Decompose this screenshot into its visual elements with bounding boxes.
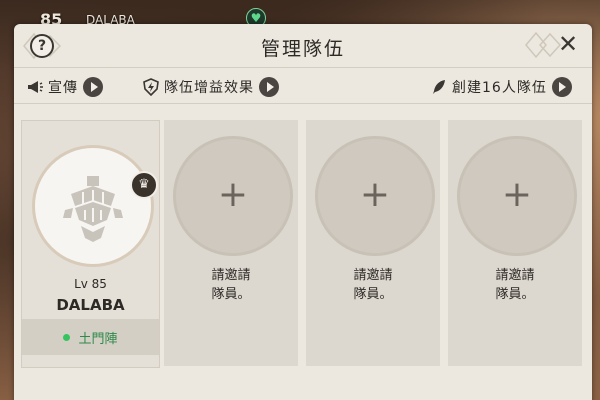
play-icon[interactable] (551, 77, 572, 97)
party-leader-card[interactable]: ♛ Lv 85 DALABA 土門陣 (21, 120, 160, 368)
plus-icon: + (501, 174, 533, 215)
invite-line1: 請邀請 (211, 268, 251, 283)
avatar (32, 145, 154, 267)
invite-slot-button[interactable]: + (457, 136, 577, 256)
empty-slot-card[interactable]: + 請邀請 隊員。 (448, 120, 582, 366)
play-icon[interactable] (259, 77, 279, 97)
megaphone-icon (28, 81, 43, 93)
leader-class-label: 土門陣 (78, 331, 118, 347)
class-emblem-icon (63, 176, 123, 242)
empty-slot-card[interactable]: + 請邀請 隊員。 (164, 120, 298, 366)
party-buff-button[interactable]: 隊伍增益效果 (142, 76, 279, 98)
panel-header: ? 管理隊伍 ✕ (14, 24, 592, 68)
party-toolbar: 宣傳 隊伍增益效果 創建16人隊伍 (14, 68, 592, 104)
party-buff-label: 隊伍增益效果 (164, 80, 254, 96)
invite-line2: 隊員。 (353, 287, 393, 302)
page-title: 管理隊伍 (260, 38, 345, 60)
invite-prompt: 請邀請 隊員。 (448, 266, 582, 304)
plus-icon: + (217, 174, 249, 215)
create-16-party-label: 創建16人隊伍 (452, 80, 547, 96)
play-icon[interactable] (83, 77, 103, 97)
empty-slot-card[interactable]: + 請邀請 隊員。 (306, 120, 440, 366)
promote-label: 宣傳 (48, 80, 78, 96)
plus-icon: + (359, 174, 391, 215)
invite-line2: 隊員。 (495, 287, 535, 302)
manage-party-panel: ? 管理隊伍 ✕ 宣傳 隊伍增益效果 創建16人隊伍 ♛ Lv 85 DALAB… (14, 24, 592, 400)
crown-icon: ♛ (130, 171, 158, 199)
promote-button[interactable]: 宣傳 (26, 76, 103, 98)
invite-line1: 請邀請 (495, 268, 535, 283)
invite-line2: 隊員。 (211, 287, 251, 302)
invite-line1: 請邀請 (353, 268, 393, 283)
invite-slot-button[interactable]: + (173, 136, 293, 256)
create-16-party-button[interactable]: 創建16人隊伍 (430, 76, 572, 98)
leader-class: 土門陣 (22, 319, 159, 355)
close-button[interactable]: ✕ (554, 30, 582, 58)
leader-level: Lv 85 (74, 277, 107, 291)
online-status-icon (63, 333, 71, 341)
invite-prompt: 請邀請 隊員。 (164, 266, 298, 304)
feather-icon (433, 80, 445, 94)
leader-name: DALABA (56, 296, 125, 314)
invite-prompt: 請邀請 隊員。 (306, 266, 440, 304)
shield-bolt-icon (143, 78, 159, 96)
invite-slot-button[interactable]: + (315, 136, 435, 256)
